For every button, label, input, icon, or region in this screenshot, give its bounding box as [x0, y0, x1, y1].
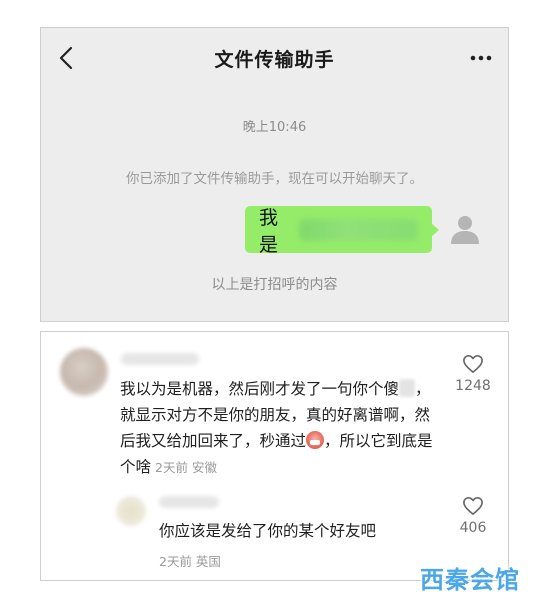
more-dots-icon [470, 55, 492, 61]
default-avatar-icon [451, 216, 479, 244]
comments-panel: 我以为是机器，然后刚才发了一句你个傻 ，就显示对方不是你的朋友，真的好离谱啊，然后… [40, 331, 509, 581]
reply-meta: 2天前 英国 [159, 554, 221, 569]
like-count: 1248 [455, 378, 491, 394]
comment-meta: 2天前 安徽 [155, 460, 217, 475]
message-timestamp: 晚上10:46 [242, 120, 307, 135]
caption-text: 以上是打招呼的内容 [211, 277, 338, 293]
reply-name-redacted [159, 496, 219, 508]
reply-text: 你应该是发给了你的某个好友吧 [159, 522, 377, 540]
like-button[interactable]: 1248 [453, 354, 493, 394]
avatar[interactable] [448, 212, 482, 246]
sent-message-bubble[interactable]: 我是 [245, 206, 439, 256]
comment-text: 我以为是机器，然后刚才发了一句你个傻 ，就显示对方不是你的朋友，真的好离谱啊，然后… [120, 376, 445, 481]
heart-icon [463, 355, 483, 373]
commenter-avatar[interactable] [60, 348, 108, 396]
chat-header: 文件传输助手 [41, 28, 508, 88]
chat-screenshot-panel: 文件传输助手 晚上10:46 你已添加了文件传输助手，现在可以开始聊天了。 我是… [40, 27, 509, 322]
reply-like-button[interactable]: 406 [453, 496, 493, 536]
commenter-name-redacted [121, 353, 199, 365]
reply-avatar[interactable] [116, 496, 146, 526]
redacted-text [298, 218, 418, 241]
more-button[interactable] [466, 46, 496, 70]
message-text: 我是 [259, 206, 279, 256]
redacted-word [399, 379, 416, 397]
comment-text-part: 我以为是机器，然后刚才发了一句你个傻 [120, 380, 400, 398]
laughing-emoji-icon [306, 431, 325, 449]
system-message: 你已添加了文件传输助手，现在可以开始聊天了。 [126, 171, 423, 187]
heart-icon [463, 497, 483, 515]
chat-title: 文件传输助手 [214, 49, 335, 71]
watermark: 西秦会馆 [420, 566, 520, 594]
reply-like-count: 406 [459, 520, 487, 536]
